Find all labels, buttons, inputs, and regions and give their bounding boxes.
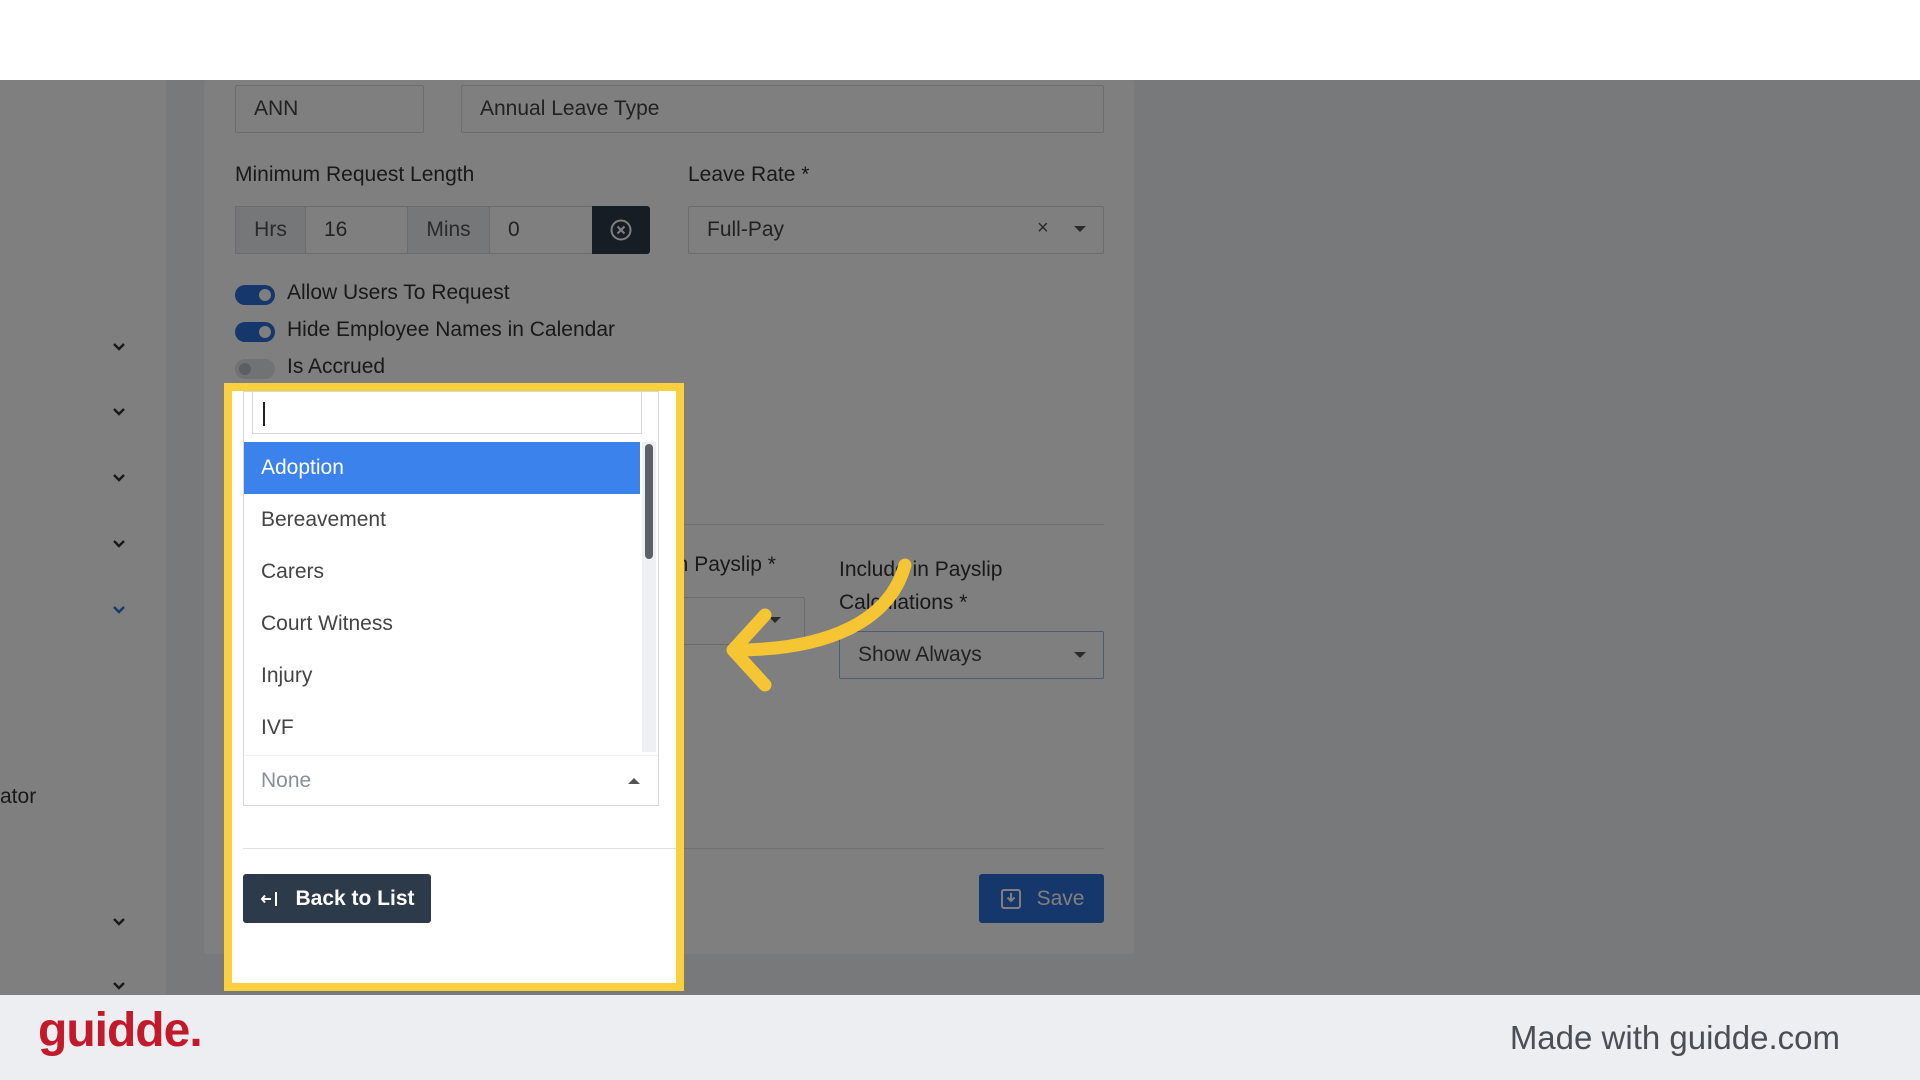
dropdown-option[interactable]: Adoption — [244, 442, 640, 494]
highlighted-region: Adoption Bereavement Carers Court Witnes… — [232, 391, 676, 983]
pointer-arrow-icon — [726, 558, 912, 692]
dropdown-option[interactable]: Court Witness — [244, 598, 640, 650]
dropdown-options-list: Adoption Bereavement Carers Court Witnes… — [244, 442, 640, 752]
made-with-text: Made with guidde.com — [1509, 1019, 1840, 1056]
scrollbar-thumb[interactable] — [645, 444, 653, 559]
guidde-logo: guidde. — [38, 1004, 203, 1057]
dropdown-option[interactable]: Injury — [244, 650, 640, 702]
dropdown-search-input[interactable] — [252, 392, 642, 434]
dropdown-option[interactable]: Bereavement — [244, 494, 640, 546]
back-arrow-icon — [261, 891, 278, 906]
top-bar — [0, 0, 1920, 80]
leave-category-dropdown[interactable]: Adoption Bereavement Carers Court Witnes… — [243, 391, 659, 806]
back-label: Back to List — [295, 886, 415, 910]
dropdown-scrollbar[interactable] — [642, 442, 656, 752]
selected-value: None — [261, 769, 312, 792]
back-to-list-button[interactable]: Back to List — [243, 874, 431, 923]
text-cursor — [263, 402, 265, 426]
dropdown-option[interactable]: Carers — [244, 546, 640, 598]
highlight-box: Adoption Bereavement Carers Court Witnes… — [224, 383, 684, 991]
caret-up-icon[interactable] — [628, 778, 640, 784]
footer-bar: guidde. Made with guidde.com — [0, 995, 1920, 1080]
dropdown-selected-row[interactable]: None — [244, 755, 658, 808]
divider — [243, 848, 676, 849]
dropdown-option[interactable]: IVF — [244, 702, 640, 754]
